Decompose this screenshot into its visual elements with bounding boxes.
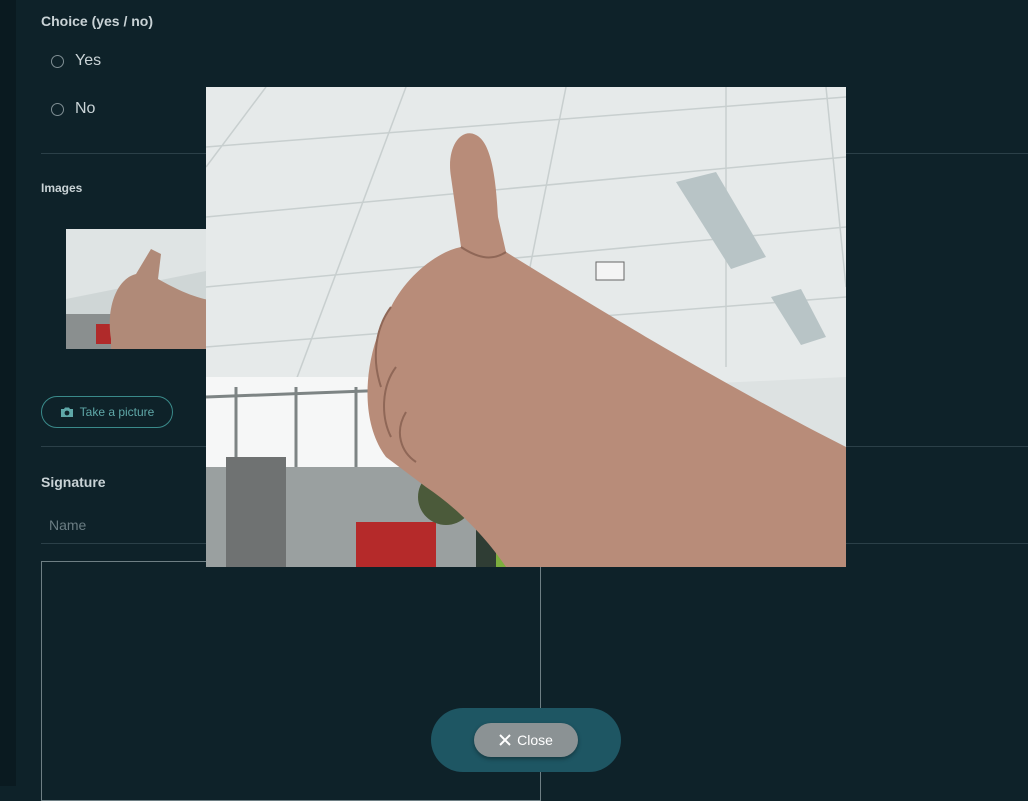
- left-rail: [0, 0, 16, 786]
- close-button[interactable]: Close: [474, 723, 578, 757]
- radio-label-no: No: [75, 100, 96, 117]
- image-thumbnail[interactable]: [66, 229, 216, 349]
- full-size-photo: [206, 87, 846, 567]
- radio-option-no[interactable]: No: [51, 97, 95, 121]
- close-icon: [499, 734, 511, 746]
- radio-circle[interactable]: [51, 54, 64, 68]
- thumbnail-photo: [66, 229, 216, 349]
- radio-label-yes: Yes: [75, 52, 102, 69]
- close-label: Close: [517, 732, 553, 748]
- camera-icon: [60, 407, 73, 417]
- radio-circle[interactable]: [51, 102, 64, 116]
- radio-option-yes[interactable]: Yes: [51, 49, 101, 73]
- choice-title: Choice (yes / no): [41, 13, 154, 29]
- take-picture-button[interactable]: Take a picture: [41, 396, 173, 428]
- photo-viewer: [206, 87, 846, 567]
- images-title: Images: [41, 181, 83, 195]
- signature-title: Signature: [41, 474, 106, 490]
- take-picture-label: Take a picture: [79, 405, 155, 419]
